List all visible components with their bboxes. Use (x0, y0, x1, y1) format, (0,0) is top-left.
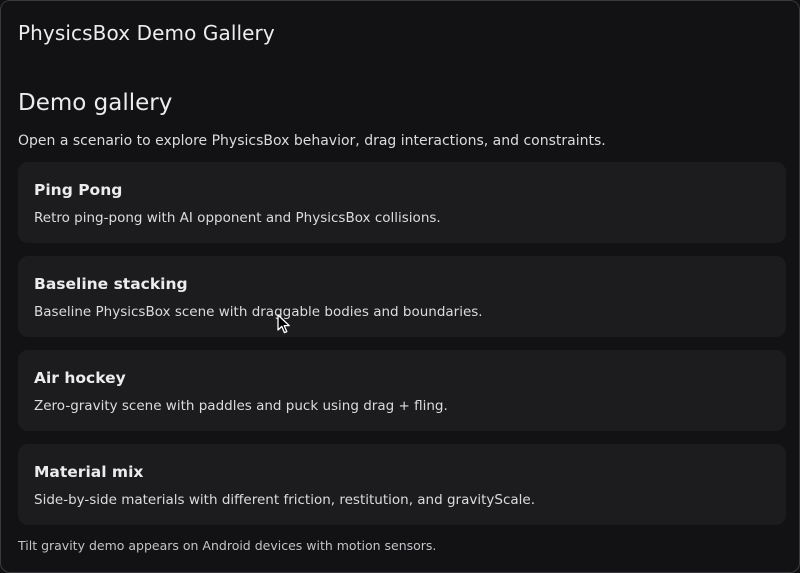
footnote: Tilt gravity demo appears on Android dev… (18, 538, 437, 553)
demo-card-title: Material mix (34, 463, 144, 481)
mouse-pointer-icon (277, 314, 290, 334)
top-app-bar: PhysicsBox Demo Gallery (1, 1, 799, 71)
demo-card-description: Side-by-side materials with different fr… (34, 492, 536, 508)
demo-card-description: Baseline PhysicsBox scene with draggable… (34, 304, 483, 320)
page-subtitle: Open a scenario to explore PhysicsBox be… (18, 133, 606, 149)
demo-card-title: Baseline stacking (34, 275, 188, 293)
demo-card-air-hockey[interactable]: Air hockey Zero-gravity scene with paddl… (18, 350, 786, 431)
demo-card-title: Ping Pong (34, 181, 123, 199)
demo-card-ping-pong[interactable]: Ping Pong Retro ping-pong with AI oppone… (18, 162, 786, 243)
demo-card-baseline-stacking[interactable]: Baseline stacking Baseline PhysicsBox sc… (18, 256, 786, 337)
app-window: PhysicsBox Demo Gallery Demo gallery Ope… (0, 0, 800, 573)
demo-card-description: Retro ping-pong with AI opponent and Phy… (34, 210, 441, 226)
demo-card-description: Zero-gravity scene with paddles and puck… (34, 398, 448, 414)
demo-card-title: Air hockey (34, 369, 126, 387)
app-title: PhysicsBox Demo Gallery (18, 21, 275, 45)
demo-gallery-content: Demo gallery Open a scenario to explore … (18, 89, 786, 538)
demo-card-material-mix[interactable]: Material mix Side-by-side materials with… (18, 444, 786, 525)
demo-list: Ping Pong Retro ping-pong with AI oppone… (18, 162, 786, 525)
page-title: Demo gallery (18, 90, 173, 116)
